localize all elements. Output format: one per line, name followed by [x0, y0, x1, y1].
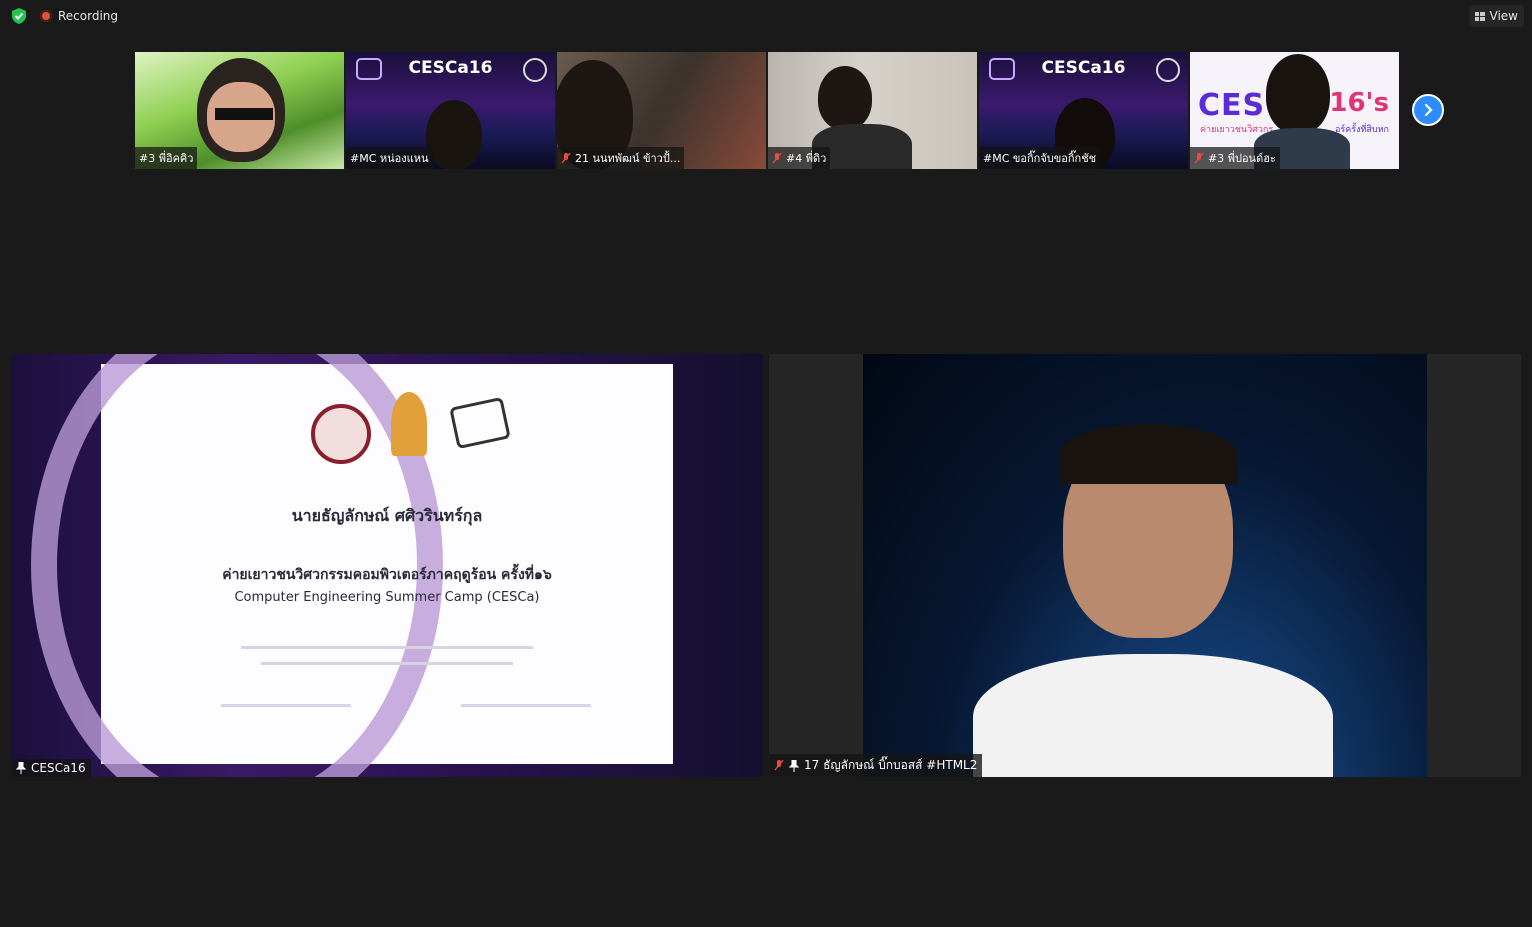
participant-name-label: #3 พี่ปอนด์ฮะ	[1190, 147, 1280, 169]
participant-avatar	[818, 66, 872, 130]
participant-name: #MC ขอกิ๊กจับขอกิ๊กชัช	[983, 152, 1097, 165]
mic-muted-icon	[774, 760, 784, 771]
cesca-logo-icon	[989, 58, 1015, 80]
participant-thumbnail[interactable]: CESCa16 #MC ขอกิ๊กจับขอกิ๊กชัช	[979, 52, 1188, 169]
faculty-emblem-icon	[391, 392, 427, 456]
participant-name: CESCa16	[31, 761, 86, 775]
cesca-banner-subtitle: อร์ครั้งที่สิบหก	[1334, 125, 1389, 135]
certificate-recipient: นายธัญลักษณ์ ศศิวรินทร์กุล	[291, 506, 483, 525]
view-label: View	[1489, 9, 1518, 23]
cesca-logo-icon	[356, 58, 382, 80]
shield-check-icon[interactable]	[10, 7, 28, 25]
view-button[interactable]: View	[1468, 5, 1524, 27]
participant-hair	[1059, 424, 1237, 484]
participant-thumbnail[interactable]: #3 พี่อิคคิว	[135, 52, 344, 169]
pin-icon	[16, 762, 26, 774]
participant-name: #3 พี่ปอนด์ฮะ	[1208, 152, 1276, 165]
next-page-button[interactable]	[1412, 94, 1444, 126]
certificate-subtitle: Computer Engineering Summer Camp (CESCa)	[234, 590, 540, 605]
participant-avatar	[1266, 54, 1330, 134]
certificate-image: นายธัญลักษณ์ ศศิวรินทร์กุล ค่ายเยาวชนวิศ…	[31, 354, 673, 777]
certificate-text-lines	[241, 646, 533, 649]
cesca-logo-icon	[449, 396, 511, 450]
record-icon	[40, 10, 52, 22]
grid-view-icon	[1474, 11, 1485, 21]
pixel-sunglasses	[215, 108, 273, 120]
participant-name: 17 ธัญลักษณ์ บิ๊กบอสส์ #HTML2	[804, 758, 978, 772]
university-seal-icon	[1156, 58, 1180, 82]
participant-name: #MC หน่องแหน	[350, 152, 429, 165]
university-seal-icon	[523, 58, 547, 82]
participant-name-label: #3 พี่อิคคิว	[135, 147, 198, 169]
mic-muted-icon	[1194, 152, 1204, 163]
participant-name: 21 นนทพัฒน์ ข้าวปั้...	[575, 152, 681, 165]
participant-thumbnail[interactable]: CES 16's ค่ายเยาวชนวิศวกร อร์ครั้งที่สิบ…	[1190, 52, 1399, 169]
signature-line	[221, 704, 351, 707]
participant-body	[973, 654, 1333, 777]
university-seal-icon	[311, 404, 371, 464]
participant-name: #3 พี่อิคคิว	[139, 152, 194, 165]
participant-name-label: #4 พี่ดิว	[768, 147, 831, 169]
cesca-banner: CES	[1198, 88, 1266, 123]
meeting-topbar: Recording View	[0, 0, 1532, 34]
video-tile-cesca[interactable]: นายธัญลักษณ์ ศศิวรินทร์กุล ค่ายเยาวชนวิศ…	[11, 354, 763, 777]
pin-icon	[789, 759, 799, 772]
video-tile-speaker[interactable]: 17 ธัญลักษณ์ บิ๊กบอสส์ #HTML2	[769, 354, 1521, 777]
participant-thumbnail[interactable]: 21 นนทพัฒน์ ข้าวปั้...	[557, 52, 766, 169]
participant-avatar	[426, 100, 482, 169]
signature-line	[461, 704, 591, 707]
certificate-title: ค่ายเยาวชนวิศวกรรมคอมพิวเตอร์ภาคฤดูร้อน …	[222, 567, 552, 583]
chevron-right-icon	[1424, 103, 1433, 117]
cesca-banner-number: 16's	[1329, 88, 1389, 118]
recording-label: Recording	[58, 9, 119, 23]
mic-muted-icon	[772, 152, 782, 163]
participant-strip: #3 พี่อิคคิว CESCa16 #MC หน่องแหน 21 นนท…	[135, 52, 1399, 169]
certificate-text-lines	[261, 662, 513, 665]
participant-name-label: #MC หน่องแหน	[346, 147, 433, 169]
virtual-background	[863, 354, 1427, 777]
participant-name-label: 21 นนทพัฒน์ ข้าวปั้...	[557, 147, 685, 169]
mic-muted-icon	[561, 152, 571, 163]
participant-thumbnail[interactable]: #4 พี่ดิว	[768, 52, 977, 169]
participant-name-label: #MC ขอกิ๊กจับขอกิ๊กชัช	[979, 147, 1101, 169]
participant-name-label: 17 ธัญลักษณ์ บิ๊กบอสส์ #HTML2	[769, 754, 983, 777]
participant-thumbnail[interactable]: CESCa16 #MC หน่องแหน	[346, 52, 555, 169]
participant-name-label: CESCa16	[11, 759, 91, 777]
participant-name: #4 พี่ดิว	[786, 152, 827, 165]
recording-indicator[interactable]: Recording	[40, 6, 118, 26]
